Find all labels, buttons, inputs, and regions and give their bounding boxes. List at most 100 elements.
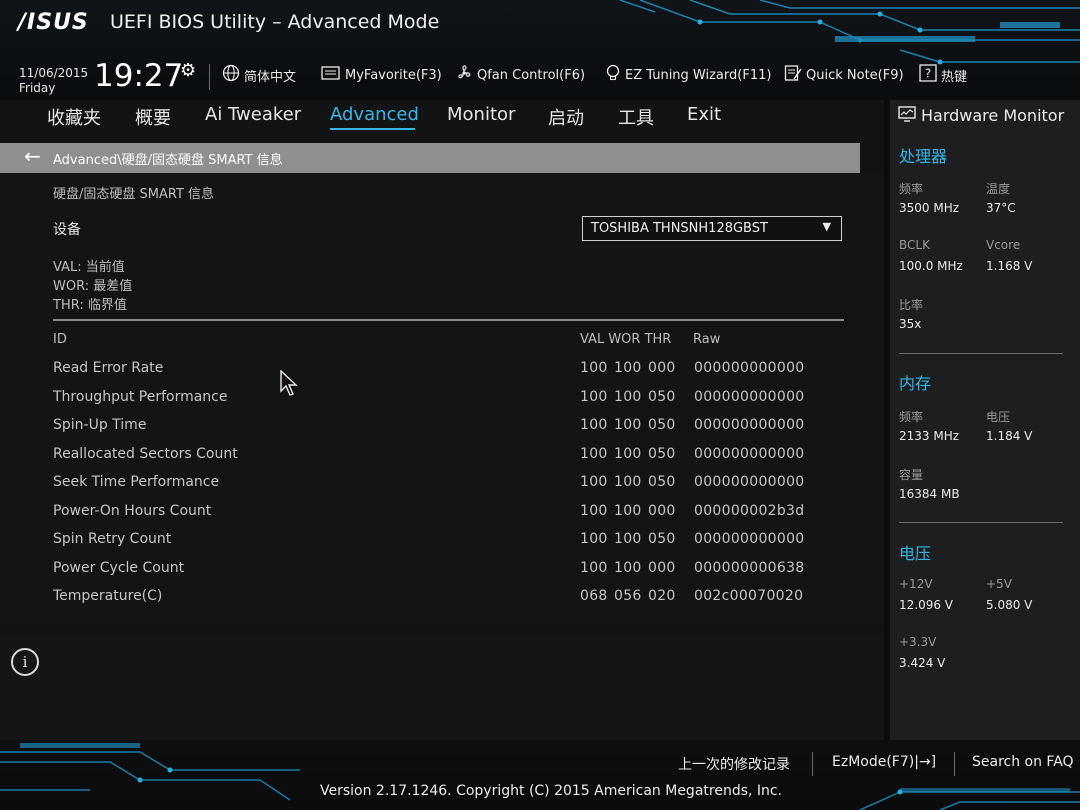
attribute-name: Read Error Rate bbox=[53, 360, 164, 376]
tab-boot[interactable]: 启动 bbox=[548, 104, 584, 130]
app-title: UEFI BIOS Utility – Advanced Mode bbox=[110, 11, 440, 33]
device-selected-value: TOSHIBA THNSNH128GBST bbox=[591, 221, 768, 236]
val-value: 100 bbox=[580, 560, 608, 576]
thr-value: 050 bbox=[648, 531, 676, 547]
hotkeys-label: 热键 bbox=[941, 69, 968, 85]
info-icon[interactable]: i bbox=[11, 648, 39, 676]
cpu-freq-label: 频率 bbox=[899, 182, 924, 196]
val-value: 100 bbox=[580, 503, 608, 519]
thr-value: 050 bbox=[648, 417, 676, 433]
table-row: Read Error Rate 100 100 000 000000000000 bbox=[0, 360, 884, 382]
thr-value: 050 bbox=[648, 474, 676, 490]
tab-exit[interactable]: Exit bbox=[687, 104, 721, 125]
tab-monitor[interactable]: Monitor bbox=[447, 104, 515, 125]
active-tab-indicator bbox=[330, 128, 415, 130]
raw-value: 002c00070020 bbox=[694, 588, 804, 604]
ez-tuning-button[interactable]: EZ Tuning Wizard(F11) bbox=[605, 64, 771, 86]
cpu-temp-value: 37°C bbox=[986, 201, 1016, 215]
thr-value: 050 bbox=[648, 446, 676, 462]
val-value: 100 bbox=[580, 417, 608, 433]
mouse-cursor-icon bbox=[280, 370, 298, 396]
val-value: 100 bbox=[580, 360, 608, 376]
language-label: 简体中文 bbox=[244, 69, 297, 85]
raw-value: 000000000000 bbox=[694, 417, 805, 433]
wor-value: 100 bbox=[614, 474, 642, 490]
section-title: 硬盘/固态硬盘 SMART 信息 bbox=[53, 187, 215, 202]
v5-label: +5V bbox=[986, 577, 1012, 591]
column-header-val-wor-thr: VAL WOR THR bbox=[580, 332, 672, 347]
ezmode-button[interactable]: EzMode(F7)|→] bbox=[832, 754, 936, 770]
date-text: 11/06/2015 bbox=[19, 66, 89, 80]
myfavorite-label: MyFavorite(F3) bbox=[345, 67, 442, 83]
date-display: 11/06/2015 Friday bbox=[19, 66, 88, 96]
bclk-label: BCLK bbox=[899, 238, 930, 252]
wor-value: 100 bbox=[614, 417, 642, 433]
table-row: Power-On Hours Count 100 100 000 0000000… bbox=[0, 503, 884, 525]
monitor-divider bbox=[899, 353, 1063, 354]
tab-advanced[interactable]: Advanced bbox=[330, 104, 419, 125]
table-row: Seek Time Performance 100 100 050 000000… bbox=[0, 474, 884, 496]
attribute-name: Spin Retry Count bbox=[53, 531, 172, 547]
asus-logo: /ISUS bbox=[18, 10, 89, 35]
wor-value: 100 bbox=[614, 360, 642, 376]
footer-circuit-decoration bbox=[0, 743, 1080, 810]
ratio-label: 比率 bbox=[899, 298, 924, 312]
myfavorite-button[interactable]: MyFavorite(F3) bbox=[321, 64, 442, 86]
val-value: 068 bbox=[580, 588, 608, 604]
hotkeys-button[interactable]: ? 热键 bbox=[919, 64, 967, 86]
bclk-value: 100.0 MHz bbox=[899, 259, 963, 273]
attribute-name: Power-On Hours Count bbox=[53, 503, 212, 519]
quick-note-button[interactable]: Quick Note(F9) bbox=[784, 64, 904, 86]
table-row: Temperature(C) 068 056 020 002c00070020 bbox=[0, 588, 884, 610]
attribute-name: Seek Time Performance bbox=[53, 474, 220, 490]
mem-cap-label: 容量 bbox=[899, 468, 924, 482]
clock-time: 19:27 bbox=[94, 58, 184, 94]
svg-text:?: ? bbox=[925, 67, 931, 81]
tab-ai-tweaker[interactable]: Ai Tweaker bbox=[205, 104, 301, 125]
voltage-heading: 电压 bbox=[899, 544, 932, 563]
mem-cap-value: 16384 MB bbox=[899, 487, 960, 501]
table-row: Spin Retry Count 100 100 050 00000000000… bbox=[0, 531, 884, 553]
table-divider bbox=[53, 319, 844, 321]
help-icon: ? bbox=[919, 64, 937, 86]
tab-tool[interactable]: 工具 bbox=[618, 104, 654, 130]
v5-value: 5.080 V bbox=[986, 598, 1033, 612]
monitor-divider bbox=[899, 522, 1063, 523]
attribute-name: Throughput Performance bbox=[53, 389, 228, 405]
cpu-heading: 处理器 bbox=[899, 147, 948, 166]
thr-value: 000 bbox=[648, 503, 676, 519]
last-modified-button[interactable]: 上一次的修改记录 bbox=[678, 754, 790, 774]
table-row: Spin-Up Time 100 100 050 000000000000 bbox=[0, 417, 884, 439]
raw-value: 000000000000 bbox=[694, 446, 805, 462]
footer-separator bbox=[812, 752, 813, 776]
device-label: 设备 bbox=[53, 222, 81, 238]
gear-icon[interactable]: ⚙ bbox=[180, 60, 196, 81]
attribute-name: Power Cycle Count bbox=[53, 560, 185, 576]
day-text: Friday bbox=[19, 81, 56, 95]
attribute-name: Temperature(C) bbox=[53, 588, 163, 604]
ratio-value: 35x bbox=[899, 317, 922, 331]
language-button[interactable]: 简体中文 bbox=[222, 64, 296, 86]
device-dropdown[interactable]: TOSHIBA THNSNH128GBST ▼ bbox=[582, 216, 842, 241]
tab-favorites[interactable]: 收藏夹 bbox=[47, 104, 101, 130]
wor-value: 100 bbox=[614, 389, 642, 405]
tab-main[interactable]: 概要 bbox=[135, 104, 171, 130]
qfan-label: Qfan Control(F6) bbox=[477, 67, 586, 83]
footer-bar bbox=[0, 740, 1080, 810]
raw-value: 000000000000 bbox=[694, 474, 805, 490]
search-faq-button[interactable]: Search on FAQ bbox=[972, 754, 1074, 770]
table-row: Reallocated Sectors Count 100 100 050 00… bbox=[0, 446, 884, 468]
val-value: 100 bbox=[580, 446, 608, 462]
wor-value: 100 bbox=[614, 560, 642, 576]
help-info-area bbox=[0, 633, 884, 740]
val-value: 100 bbox=[580, 474, 608, 490]
raw-value: 000000002b3d bbox=[694, 503, 805, 519]
back-arrow-icon[interactable]: ← bbox=[24, 144, 41, 168]
attribute-name: Reallocated Sectors Count bbox=[53, 446, 238, 462]
qfan-button[interactable]: Qfan Control(F6) bbox=[455, 64, 585, 86]
v33-value: 3.424 V bbox=[899, 656, 946, 670]
mem-volt-label: 电压 bbox=[986, 410, 1011, 424]
thr-value: 050 bbox=[648, 389, 676, 405]
mem-freq-label: 频率 bbox=[899, 410, 924, 424]
v33-label: +3.3V bbox=[899, 635, 937, 649]
